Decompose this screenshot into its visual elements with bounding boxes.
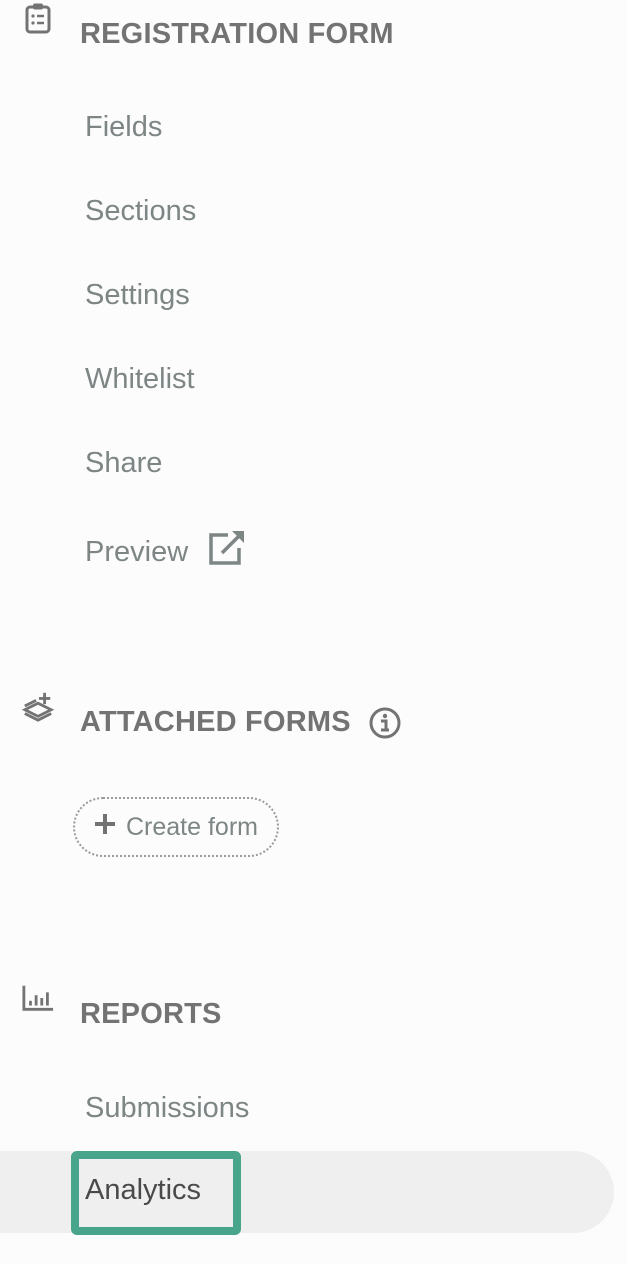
nav-item-label: Preview: [85, 535, 189, 568]
nav-item-analytics[interactable]: Analytics: [85, 1174, 201, 1207]
external-link-icon: [208, 530, 246, 574]
nav-item-preview[interactable]: Preview: [85, 530, 246, 574]
info-icon[interactable]: [368, 706, 402, 745]
nav-item-submissions[interactable]: Submissions: [85, 1092, 249, 1125]
create-form-button[interactable]: Create form: [73, 797, 279, 857]
nav-item-sections[interactable]: Sections: [85, 195, 196, 228]
plus-icon: [94, 813, 116, 842]
layers-plus-icon: [22, 690, 54, 722]
nav-item-settings[interactable]: Settings: [85, 279, 190, 312]
section-title: REPORTS: [80, 998, 222, 1030]
nav-item-whitelist[interactable]: Whitelist: [85, 363, 195, 396]
bar-chart-icon: [22, 982, 54, 1014]
nav-item-share[interactable]: Share: [85, 447, 162, 480]
section-title: ATTACHED FORMS: [80, 706, 351, 738]
nav-item-fields[interactable]: Fields: [85, 111, 162, 144]
clipboard-list-icon: [22, 2, 54, 34]
section-title: REGISTRATION FORM: [80, 18, 394, 50]
create-form-label: Create form: [126, 812, 258, 841]
